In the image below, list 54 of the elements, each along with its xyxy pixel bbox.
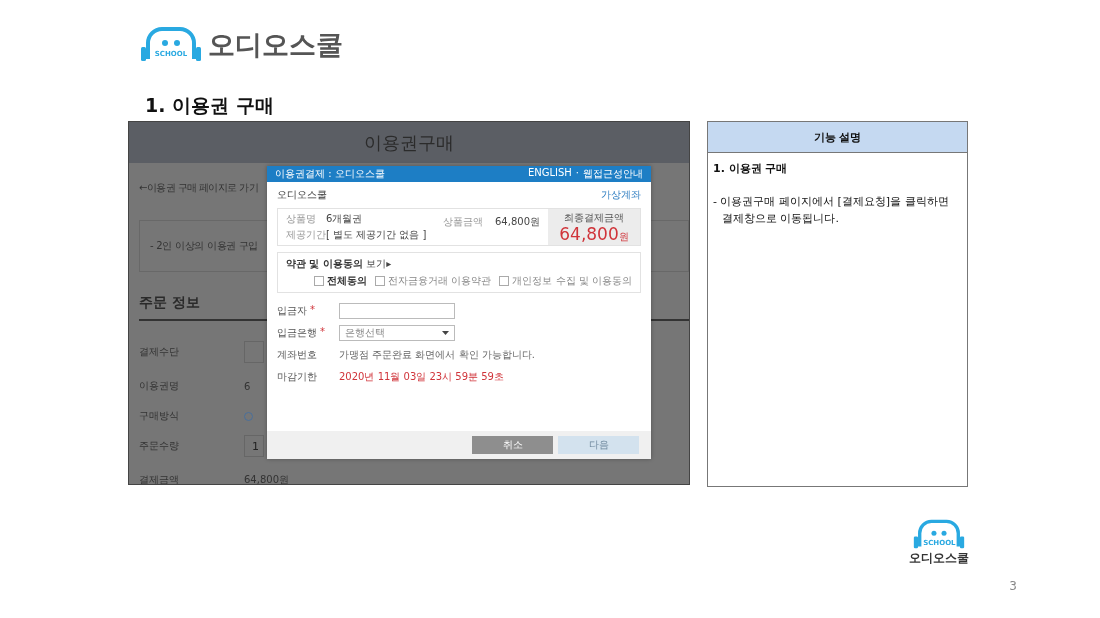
- field-label: 계좌번호: [277, 348, 317, 362]
- headphone-icon: [140, 25, 202, 63]
- row-value: 6: [244, 380, 251, 392]
- row-value: 64,800원: [244, 473, 289, 484]
- description-text: - 이용권구매 페이지에서 [결제요청]을 클릭하면 결제창으로 이동됩니다.: [713, 194, 950, 227]
- caret-icon[interactable]: [442, 331, 449, 335]
- terms-view-link[interactable]: 보기▸: [366, 258, 392, 269]
- page-title: 이용권구매: [364, 130, 454, 155]
- link-separator: ·: [575, 167, 579, 180]
- modal-title: 이용권결제 : 오디오스쿨: [275, 167, 385, 181]
- checkbox-label: 전자금융거래 이용약관: [388, 274, 492, 288]
- merchant-name: 오디오스쿨: [277, 188, 327, 202]
- field-label: 입금은행: [277, 326, 317, 340]
- row-label: 결제수단: [139, 345, 180, 359]
- page-number: 3: [1009, 579, 1017, 593]
- summary-value: 64,800원: [495, 215, 540, 229]
- logo-name: 오디오스쿨: [909, 552, 970, 564]
- field-label: 입금자: [277, 304, 307, 318]
- checkbox[interactable]: [499, 276, 510, 286]
- summary-value: [ 별도 제공기간 없음 ]: [326, 228, 428, 242]
- back-link[interactable]: ←이용권 구매 페이지로 가기: [139, 181, 258, 195]
- header-link[interactable]: ENGLISH: [527, 167, 572, 181]
- description-title: 1. 이용권 구매: [713, 161, 789, 176]
- deadline-text: 2020년 11월 03일 23시 59분 59초: [339, 370, 504, 384]
- row-label: 구매방식: [139, 409, 180, 423]
- summary-label: 제공기간: [286, 228, 326, 242]
- required-mark: *: [310, 304, 315, 317]
- checkbox[interactable]: [314, 276, 325, 286]
- form-field[interactable]: 1: [244, 435, 264, 457]
- headphone-icon: [913, 517, 966, 551]
- slide-heading: 1. 이용권 구매: [145, 93, 275, 118]
- summary-label: 상품명: [286, 212, 317, 226]
- cancel-button[interactable]: 취소: [472, 436, 553, 454]
- bank-select[interactable]: 은행선택: [339, 325, 455, 341]
- payment-method: 가상계좌: [601, 188, 641, 202]
- account-note: 가맹점 주문완료 화면에서 확인 가능합니다.: [339, 348, 535, 362]
- header-link[interactable]: 웹접근성안내: [583, 167, 643, 181]
- terms-label: 약관 및 이용동의: [286, 258, 363, 269]
- checkbox-label: 개인정보 수집 및 이용동의: [512, 274, 632, 288]
- field-label: 마감기한: [277, 370, 317, 384]
- total-label: 최종결제금액: [564, 210, 624, 225]
- required-mark: *: [320, 326, 325, 339]
- summary-value: 6개월권: [326, 212, 364, 226]
- total-amount: 64,800: [559, 223, 619, 244]
- checkbox-label: 전체동의: [327, 274, 368, 288]
- table-header: 기능 설명: [708, 122, 967, 153]
- total-unit: 원: [618, 230, 629, 242]
- row-label: 주문수량: [139, 439, 180, 453]
- section-title: 주문 정보: [139, 294, 200, 312]
- row-label: 결제금액: [139, 473, 180, 484]
- summary-label: 상품금액: [443, 215, 483, 229]
- depositor-field[interactable]: [339, 303, 455, 319]
- logo-name: 오디오스쿨: [208, 30, 343, 58]
- checkbox[interactable]: [375, 276, 386, 286]
